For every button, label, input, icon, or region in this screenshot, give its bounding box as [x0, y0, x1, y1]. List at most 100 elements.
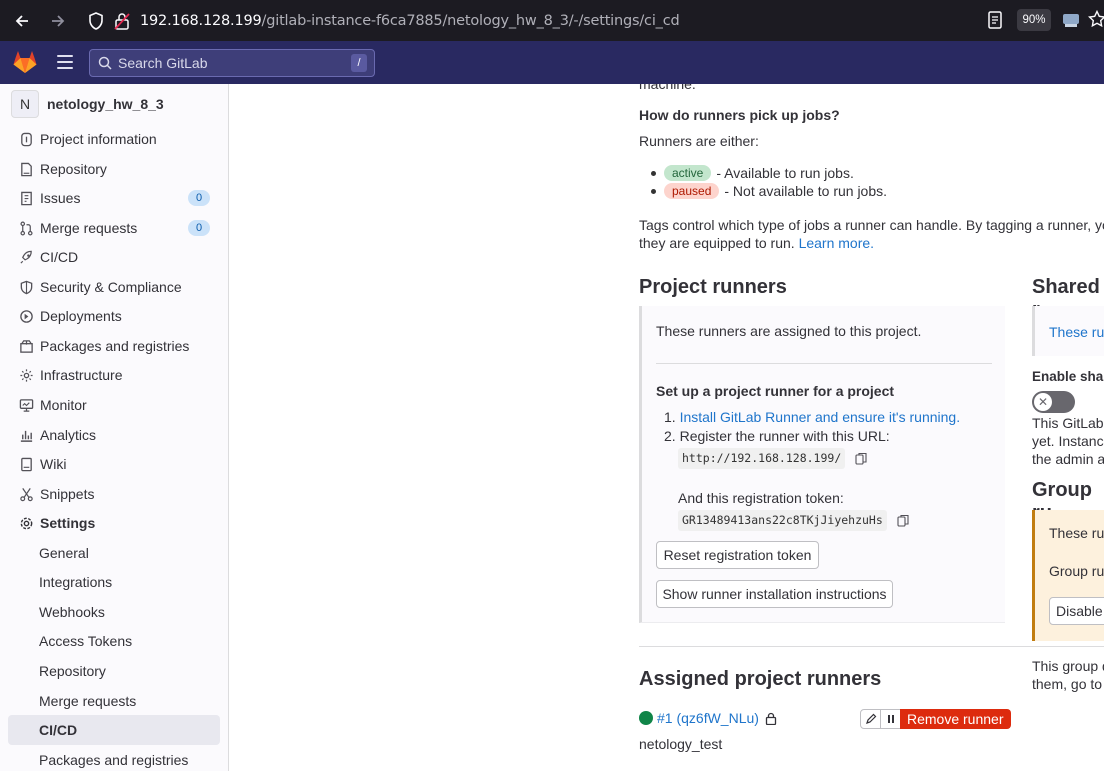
deploy-icon	[18, 308, 34, 324]
bookmark-star-icon[interactable]	[1088, 10, 1104, 28]
remove-runner-button[interactable]: Remove runner	[900, 709, 1011, 729]
forward-icon[interactable]	[46, 9, 70, 33]
pause-icon	[887, 715, 894, 723]
shield-icon[interactable]	[88, 11, 104, 30]
settings-sub-general[interactable]: General	[8, 538, 220, 568]
project-runners-heading: Project runners	[639, 276, 787, 298]
reset-registration-token-button[interactable]: Reset registration token	[656, 541, 819, 569]
runner-actions: Remove runner	[860, 709, 1011, 729]
book-icon	[18, 456, 34, 472]
project-name: netology_hw_8_3	[47, 96, 164, 112]
doc-icon	[18, 161, 34, 177]
runner-online-status-icon	[639, 711, 653, 725]
lock-icon	[765, 712, 777, 725]
sidebar: N netology_hw_8_3 Project information Re…	[0, 84, 229, 771]
cloud-gear-icon	[18, 367, 34, 383]
sidebar-item-infrastructure[interactable]: Infrastructure	[8, 360, 220, 390]
sidebar-item-merge-requests[interactable]: Merge requests 0	[8, 213, 220, 243]
sidebar-item-wiki[interactable]: Wiki	[8, 449, 220, 479]
sidebar-item-security-compliance[interactable]: Security & Compliance	[8, 272, 220, 302]
search-input[interactable]: Search GitLab /	[89, 49, 375, 77]
sidebar-item-issues[interactable]: Issues 0	[8, 183, 220, 213]
group-runners-panel: These run Group run Disable	[1032, 510, 1104, 641]
runner-row: #1 (qz6fW_NLu)	[639, 710, 777, 726]
list-item: paused - Not available to run jobs.	[651, 182, 887, 200]
status-badge-active: active	[664, 165, 712, 181]
sidebar-item-ci-cd[interactable]: CI/CD	[8, 242, 220, 272]
merge-icon	[18, 220, 34, 236]
show-runner-instructions-button[interactable]: Show runner installation instructions	[656, 580, 893, 608]
tags-description: Tags control which type of jobs a runner…	[639, 217, 1104, 251]
rocket-icon	[18, 249, 34, 265]
back-icon[interactable]	[10, 9, 34, 33]
runner-description: netology_test	[639, 736, 723, 752]
insecure-lock-icon[interactable]	[114, 12, 130, 30]
settings-sub-repository[interactable]: Repository	[8, 656, 220, 686]
setup-runner-heading: Set up a project runner for a project	[656, 383, 895, 399]
divider	[639, 646, 1104, 647]
sidebar-item-packages-registries[interactable]: Packages and registries	[8, 331, 220, 361]
setup-steps: 1. Install GitLab Runner and ensure it's…	[664, 408, 960, 531]
gitlab-logo-icon[interactable]	[12, 50, 38, 74]
main-content: machine. How do runners pick up jobs? Ru…	[230, 84, 1104, 771]
menu-icon[interactable]	[57, 55, 73, 69]
reader-view-icon[interactable]	[987, 11, 1003, 29]
monitor-icon	[18, 397, 34, 413]
edit-runner-button[interactable]	[860, 709, 881, 729]
shared-runners-panel: These run	[1032, 306, 1104, 356]
shared-runners-description: This GitLab i yet. Instance the admin ar	[1032, 415, 1104, 467]
sidebar-item-settings[interactable]: Settings	[8, 508, 220, 538]
copy-token-icon[interactable]	[897, 514, 909, 527]
gitlab-header: Search GitLab /	[0, 41, 1104, 84]
search-icon	[98, 56, 112, 70]
sidebar-item-monitor[interactable]: Monitor	[8, 390, 220, 420]
group-runners-description: This group d them, go to	[1032, 658, 1104, 692]
disable-group-runners-button[interactable]: Disable	[1049, 597, 1104, 625]
package-icon	[18, 338, 34, 354]
sidebar-item-snippets[interactable]: Snippets	[8, 479, 220, 509]
project-header[interactable]: N netology_hw_8_3	[11, 90, 164, 118]
cut-off-text: machine.	[639, 84, 696, 92]
project-runners-panel: These runners are assigned to this proje…	[639, 306, 1005, 623]
assigned-runners-text: These runners are assigned to this proje…	[656, 323, 922, 339]
install-runner-link[interactable]: Install GitLab Runner and ensure it's ru…	[680, 409, 961, 425]
chart-icon	[18, 427, 34, 443]
sidebar-item-analytics[interactable]: Analytics	[8, 420, 220, 450]
status-badge-paused: paused	[664, 183, 720, 199]
search-shortcut-key: /	[351, 54, 367, 72]
settings-sub-webhooks[interactable]: Webhooks	[8, 597, 220, 627]
runner-link[interactable]: #1 (qz6fW_NLu)	[657, 710, 759, 726]
divider	[656, 363, 992, 364]
runners-either-text: Runners are either:	[639, 133, 759, 149]
settings-sub-integrations[interactable]: Integrations	[8, 567, 220, 597]
shared-runners-toggle[interactable]: ✕	[1032, 391, 1075, 413]
settings-sub-ci-cd[interactable]: CI/CD	[8, 715, 220, 745]
address-bar[interactable]: 192.168.128.199/gitlab-instance-f6ca7885…	[84, 4, 1104, 37]
close-icon: ✕	[1034, 393, 1052, 411]
info-icon	[18, 131, 34, 147]
pause-runner-button[interactable]	[880, 709, 901, 729]
enable-shared-runners-label: Enable share	[1032, 369, 1104, 384]
runners-pickup-heading: How do runners pick up jobs?	[639, 107, 840, 123]
settings-sub-access-tokens[interactable]: Access Tokens	[8, 626, 220, 656]
list-item: active - Available to run jobs.	[651, 164, 887, 182]
search-placeholder: Search GitLab	[118, 55, 208, 71]
runner-url-code: http://192.168.128.199/	[678, 448, 846, 469]
zoom-level[interactable]: 90%	[1017, 9, 1051, 31]
url-text: 192.168.128.199/gitlab-instance-f6ca7885…	[140, 12, 680, 29]
sidebar-item-repository[interactable]: Repository	[8, 154, 220, 184]
merge-requests-count-badge: 0	[188, 220, 210, 236]
registration-token-code: GR13489413ans22c8TKjJiyehzuHs	[678, 510, 887, 531]
learn-more-link[interactable]: Learn more.	[799, 235, 874, 251]
project-avatar: N	[11, 90, 39, 118]
browser-toolbar: 192.168.128.199/gitlab-instance-f6ca7885…	[0, 0, 1104, 41]
pencil-icon	[865, 713, 876, 724]
sidebar-item-project-information[interactable]: Project information	[8, 124, 220, 154]
sidebar-item-deployments[interactable]: Deployments	[8, 301, 220, 331]
assigned-runners-heading: Assigned project runners	[639, 668, 882, 690]
extension-icon[interactable]	[1062, 11, 1080, 29]
scissors-icon	[18, 486, 34, 502]
runner-status-list: active - Available to run jobs. paused -…	[651, 164, 887, 200]
copy-url-icon[interactable]	[855, 452, 867, 465]
settings-sub-merge-requests[interactable]: Merge requests	[8, 686, 220, 716]
